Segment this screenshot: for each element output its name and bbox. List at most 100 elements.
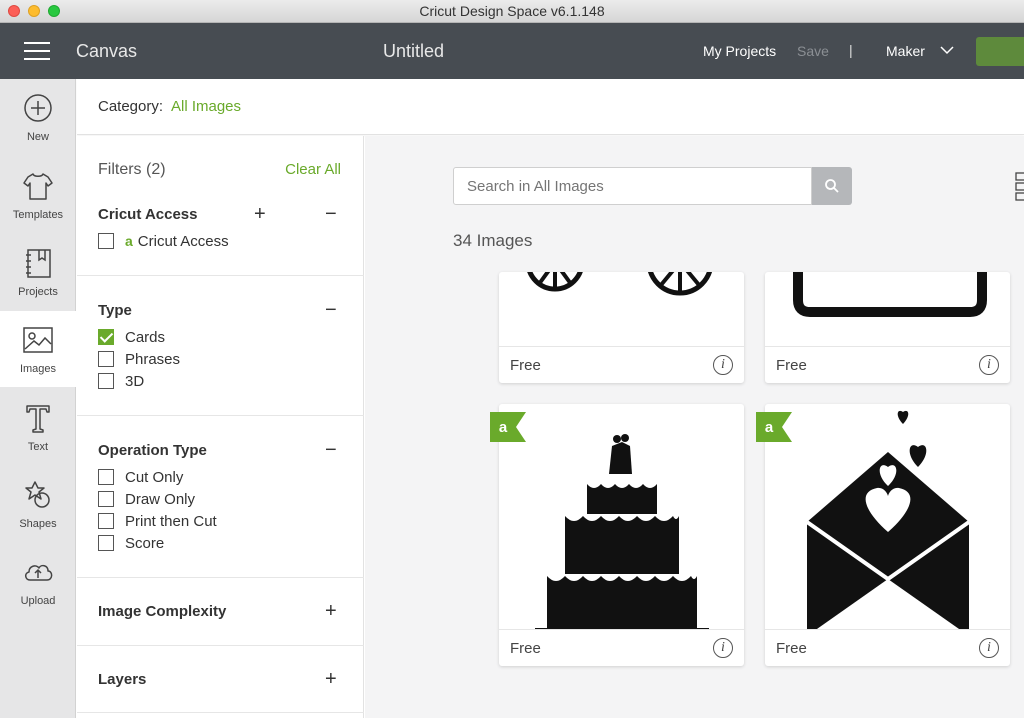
image-card[interactable]: Free i: [499, 272, 744, 383]
filter-option-draw-only[interactable]: Draw Only: [98, 490, 195, 508]
shapes-icon: [25, 481, 50, 508]
frame-image: [793, 272, 987, 317]
rail-item-text[interactable]: Text: [0, 389, 76, 465]
collapse-icon[interactable]: −: [325, 300, 337, 320]
image-results-area[interactable]: 34 Images Free i Free i: [365, 136, 1024, 718]
filter-option-phrases[interactable]: Phrases: [98, 350, 180, 368]
rail-item-label: New: [26, 131, 49, 143]
make-it-button[interactable]: [976, 37, 1024, 66]
category-selector[interactable]: All Images: [171, 98, 241, 115]
checkbox[interactable]: [98, 373, 114, 389]
filter-section-title: Image Complexity: [98, 603, 227, 620]
project-name[interactable]: Untitled: [383, 41, 444, 62]
expand-icon[interactable]: +: [325, 669, 337, 689]
filter-option-score[interactable]: Score: [98, 534, 164, 552]
checkbox[interactable]: [98, 491, 114, 507]
window-titlebar: Cricut Design Space v6.1.148: [0, 0, 1024, 23]
price-label: Free: [776, 357, 807, 374]
filter-section-title: Cricut Access: [98, 206, 198, 223]
expand-icon[interactable]: +: [325, 601, 337, 621]
rail-item-shapes[interactable]: Shapes: [0, 466, 76, 542]
rail-item-new[interactable]: New: [0, 79, 76, 155]
filter-option-cricut-access[interactable]: a Cricut Access: [98, 232, 229, 250]
badge-letter: a: [499, 419, 508, 436]
filter-option-label: Print then Cut: [125, 512, 217, 530]
filter-option-label: Score: [125, 534, 165, 552]
menu-icon[interactable]: [24, 42, 50, 60]
my-projects-link[interactable]: My Projects: [703, 43, 776, 59]
card-footer: Free i: [765, 346, 1010, 383]
category-bar: Category: All Images: [77, 79, 1024, 135]
shirt-icon: [23, 173, 53, 200]
filter-option-3d[interactable]: 3D: [98, 372, 144, 390]
machine-selector[interactable]: Maker: [886, 43, 925, 59]
image-card[interactable]: Free i: [765, 272, 1010, 383]
expand-icon[interactable]: +: [254, 204, 266, 224]
collapse-icon[interactable]: −: [325, 440, 337, 460]
close-window-button[interactable]: [8, 5, 20, 17]
chevron-down-icon[interactable]: [940, 43, 954, 57]
plus-circle-icon: [24, 94, 52, 122]
info-icon[interactable]: i: [979, 355, 999, 375]
minimize-window-button[interactable]: [28, 5, 40, 17]
checkbox[interactable]: [98, 535, 114, 551]
clear-all-button[interactable]: Clear All: [285, 161, 341, 178]
filter-section-title: Layers: [98, 671, 147, 688]
filter-option-label: Draw Only: [125, 490, 196, 508]
card-footer: Free i: [499, 629, 744, 666]
search-input[interactable]: [453, 167, 812, 205]
filter-option-print-then-cut[interactable]: Print then Cut: [98, 512, 217, 530]
card-footer: Free i: [765, 629, 1010, 666]
checkbox[interactable]: [98, 351, 114, 367]
filter-option-cards[interactable]: Cards: [98, 328, 165, 346]
rail-item-label: Images: [19, 363, 57, 375]
search-icon: [825, 179, 839, 193]
app-header: Canvas Untitled My Projects Save | Maker: [0, 23, 1024, 79]
maximize-window-button[interactable]: [48, 5, 60, 17]
filters-heading: Filters (2): [98, 161, 166, 178]
search-button[interactable]: [812, 167, 852, 205]
bicycle-wheels-image: [527, 272, 712, 296]
filter-option-label: 3D: [125, 372, 145, 390]
header-separator: |: [849, 42, 853, 58]
filter-option-label: Cut Only: [125, 468, 184, 486]
price-label: Free: [776, 640, 807, 657]
filter-section-operation: Operation Type − Cut Only Draw Only Prin…: [77, 415, 364, 577]
rail-item-label: Text: [27, 441, 49, 453]
price-label: Free: [510, 357, 541, 374]
grid-view-icon[interactable]: [1015, 172, 1024, 202]
category-label: Category:: [98, 98, 164, 115]
info-icon[interactable]: i: [713, 638, 733, 658]
info-icon[interactable]: i: [979, 638, 999, 658]
rail-item-label: Templates: [12, 209, 64, 221]
badge-letter: a: [765, 419, 774, 436]
checkbox-checked[interactable]: [98, 329, 114, 345]
checkbox[interactable]: [98, 469, 114, 485]
save-button[interactable]: Save: [797, 43, 829, 59]
filter-option-label: Phrases: [125, 350, 181, 368]
result-count: 34 Images: [453, 231, 533, 250]
cricut-access-icon: a: [125, 233, 133, 249]
image-card[interactable]: a Free i: [490, 404, 744, 666]
cricut-access-badge-icon: a: [490, 412, 526, 442]
text-t-icon: [26, 405, 50, 433]
filter-section-complexity[interactable]: Image Complexity +: [77, 577, 364, 645]
checkbox[interactable]: [98, 513, 114, 529]
rail-item-label: Shapes: [19, 518, 57, 530]
rail-item-images[interactable]: Images: [0, 311, 76, 387]
filter-option-cut-only[interactable]: Cut Only: [98, 468, 183, 486]
rail-item-label: Projects: [18, 286, 58, 298]
filter-section-layers[interactable]: Layers +: [77, 645, 364, 713]
rail-item-projects[interactable]: Projects: [0, 234, 76, 310]
rail-item-upload[interactable]: Upload: [0, 543, 76, 619]
collapse-icon[interactable]: −: [325, 204, 337, 224]
rail-item-label: Upload: [20, 595, 56, 607]
rail-item-templates[interactable]: Templates: [0, 157, 76, 233]
image-card[interactable]: a Free i: [756, 404, 1010, 666]
checkbox[interactable]: [98, 233, 114, 249]
filter-option-label: Cards: [125, 328, 166, 346]
wedding-cake-image: [535, 434, 709, 629]
info-icon[interactable]: i: [713, 355, 733, 375]
price-label: Free: [510, 640, 541, 657]
cloud-upload-icon: [25, 564, 53, 581]
